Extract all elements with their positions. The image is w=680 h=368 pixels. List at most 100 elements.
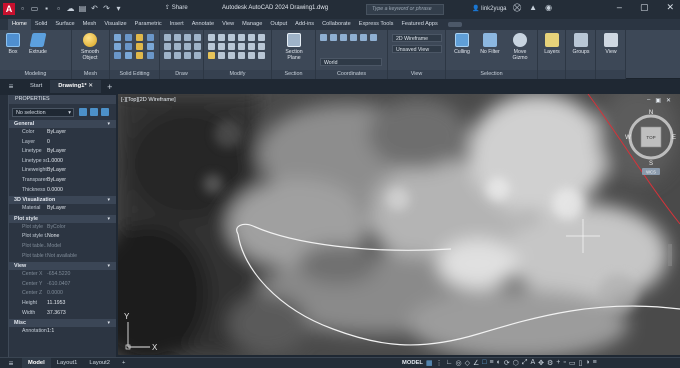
property-value[interactable]: 0 [47, 138, 116, 148]
circle-icon[interactable] [184, 34, 191, 41]
redo-icon[interactable]: ↷ [102, 4, 111, 13]
property-row[interactable]: Annotation ...1:1 [9, 327, 116, 337]
lock-ui-icon[interactable]: ▯ [578, 359, 582, 367]
viewport-close-icon[interactable]: ✕ [666, 97, 671, 104]
lineweight-icon[interactable]: ≡ [490, 359, 494, 367]
panel-title-draw[interactable]: Draw [160, 70, 203, 79]
tab-home[interactable]: Home [8, 19, 31, 30]
property-row[interactable]: Layer 0 [9, 138, 116, 148]
separate-icon[interactable] [125, 52, 132, 59]
extrude-button[interactable]: Extrude [26, 33, 50, 55]
property-value[interactable]: ByColor [47, 223, 116, 233]
imprint-icon[interactable] [147, 43, 154, 50]
culling-button[interactable]: Culling [449, 33, 475, 55]
tab-add-ins[interactable]: Add-ins [291, 19, 318, 30]
polar-icon[interactable]: ◎ [455, 359, 461, 367]
polygon-icon[interactable] [164, 52, 171, 59]
panel-title-mesh[interactable]: Mesh [72, 70, 109, 79]
shell-icon[interactable] [114, 52, 121, 59]
dynamic-ucs-icon[interactable]: ⤢ [522, 359, 528, 367]
tab-start[interactable]: Start [22, 80, 50, 93]
property-value[interactable]: ByLayer [47, 147, 116, 157]
isolate-objects-icon[interactable]: ◑ [585, 359, 589, 367]
3d-move-icon[interactable] [218, 52, 225, 59]
property-row[interactable]: Center Y -610.0407 [9, 280, 116, 290]
ucs-world-icon[interactable] [330, 34, 337, 41]
panel-title-coordinates[interactable]: Coordinates [316, 70, 387, 79]
view-button[interactable]: View [600, 33, 622, 55]
section-plane-button[interactable]: Section Plane [279, 33, 309, 61]
properties-header[interactable]: PROPERTIES [9, 95, 116, 104]
save-as-icon[interactable]: ▫ [54, 4, 63, 13]
object-snap-tracking-icon[interactable]: ∠ [473, 359, 479, 367]
tab-featured-apps[interactable]: Featured Apps [397, 19, 441, 30]
tab-express-tools[interactable]: Express Tools [355, 19, 398, 30]
move-icon[interactable] [208, 34, 215, 41]
compass-n[interactable]: N [649, 110, 653, 116]
vertical-scrollbar[interactable] [668, 244, 672, 266]
property-row[interactable]: Center Z 0.0000 [9, 289, 116, 299]
close-tab-icon[interactable]: ✕ [88, 83, 93, 89]
maximize-icon[interactable]: ▢ [640, 2, 649, 13]
model-space-toggle[interactable]: MODEL [402, 360, 423, 366]
cart-icon[interactable]: ⛒ [513, 3, 521, 13]
property-value[interactable]: None [47, 232, 116, 242]
align-icon[interactable] [258, 34, 265, 41]
add-layout-button[interactable]: + [116, 358, 131, 368]
property-value[interactable]: 0.0000 [47, 289, 116, 299]
search-input[interactable]: Type a keyword or phrase [366, 4, 444, 15]
quick-select-icon[interactable] [101, 108, 109, 116]
undo-icon[interactable]: ↶ [90, 4, 99, 13]
property-value[interactable]: -654.5220 [47, 270, 116, 280]
ucs-dropdown[interactable]: World [320, 58, 382, 66]
annotation-monitor-icon[interactable]: + [556, 359, 560, 367]
spline-icon[interactable] [174, 43, 181, 50]
tab-insert[interactable]: Insert [166, 19, 188, 30]
thicken-icon[interactable] [125, 43, 132, 50]
collapse-caret-icon[interactable]: ▾ [107, 319, 110, 327]
property-section-header[interactable]: Plot style ▾ [9, 214, 116, 223]
tab-output[interactable]: Output [266, 19, 291, 30]
ucs-3point-icon[interactable] [360, 34, 367, 41]
ribbon-minimize-toggle[interactable] [447, 22, 462, 27]
transparency-icon[interactable]: ◐ [497, 359, 501, 367]
property-row[interactable]: Plot table t...Not available [9, 252, 116, 262]
panel-title-layers[interactable] [538, 70, 565, 79]
overflow-icon[interactable]: ▾ [114, 4, 123, 13]
property-row[interactable]: Width 37.3673 [9, 309, 116, 319]
ortho-icon[interactable]: ∟ [446, 359, 453, 367]
property-section-header[interactable]: General ▾ [9, 120, 116, 128]
region-icon[interactable] [184, 52, 191, 59]
ucs-view-icon[interactable] [370, 34, 377, 41]
minimize-icon[interactable]: – [617, 2, 622, 13]
hamburger-menu-icon[interactable]: ≡ [0, 82, 22, 91]
compass-e[interactable]: E [672, 135, 676, 141]
property-value[interactable]: Model [47, 242, 116, 252]
chamfer-edge-icon[interactable] [147, 52, 154, 59]
fillet-icon[interactable] [238, 43, 245, 50]
viewport-controls-label[interactable]: [-][Top][2D Wireframe] [121, 97, 176, 103]
app-icon[interactable]: ▲ [529, 3, 537, 13]
open-folder-icon[interactable]: ▭ [30, 4, 39, 13]
selection-cycling-icon[interactable]: ⟳ [504, 359, 510, 367]
property-row[interactable]: Linetype ByLayer [9, 147, 116, 157]
saved-view-dropdown[interactable]: Unsaved View [392, 45, 442, 53]
layers-button[interactable]: Layers [541, 33, 563, 55]
smooth-object-button[interactable]: Smooth Object [74, 33, 106, 61]
save-icon[interactable]: ▪ [42, 4, 51, 13]
erase-icon[interactable] [208, 52, 215, 59]
property-value[interactable]: -610.0407 [47, 280, 116, 290]
object-snap-icon[interactable]: □ [482, 359, 486, 367]
collapse-caret-icon[interactable]: ▾ [107, 215, 110, 223]
property-row[interactable]: Linetype sc...1.0000 [9, 157, 116, 167]
arc-icon[interactable] [194, 34, 201, 41]
new-file-icon[interactable]: ▫ [18, 4, 27, 13]
rectangle-icon[interactable] [164, 43, 171, 50]
help-icon[interactable]: ◉ [545, 3, 552, 13]
3d-mirror-icon[interactable] [248, 52, 255, 59]
workspace-icon[interactable]: ⚙ [547, 359, 553, 367]
property-value[interactable]: 1:1 [47, 327, 116, 337]
tab-view[interactable]: View [218, 19, 238, 30]
property-row[interactable]: Plot style ByColor [9, 223, 116, 233]
tab-solid[interactable]: Solid [31, 19, 51, 30]
